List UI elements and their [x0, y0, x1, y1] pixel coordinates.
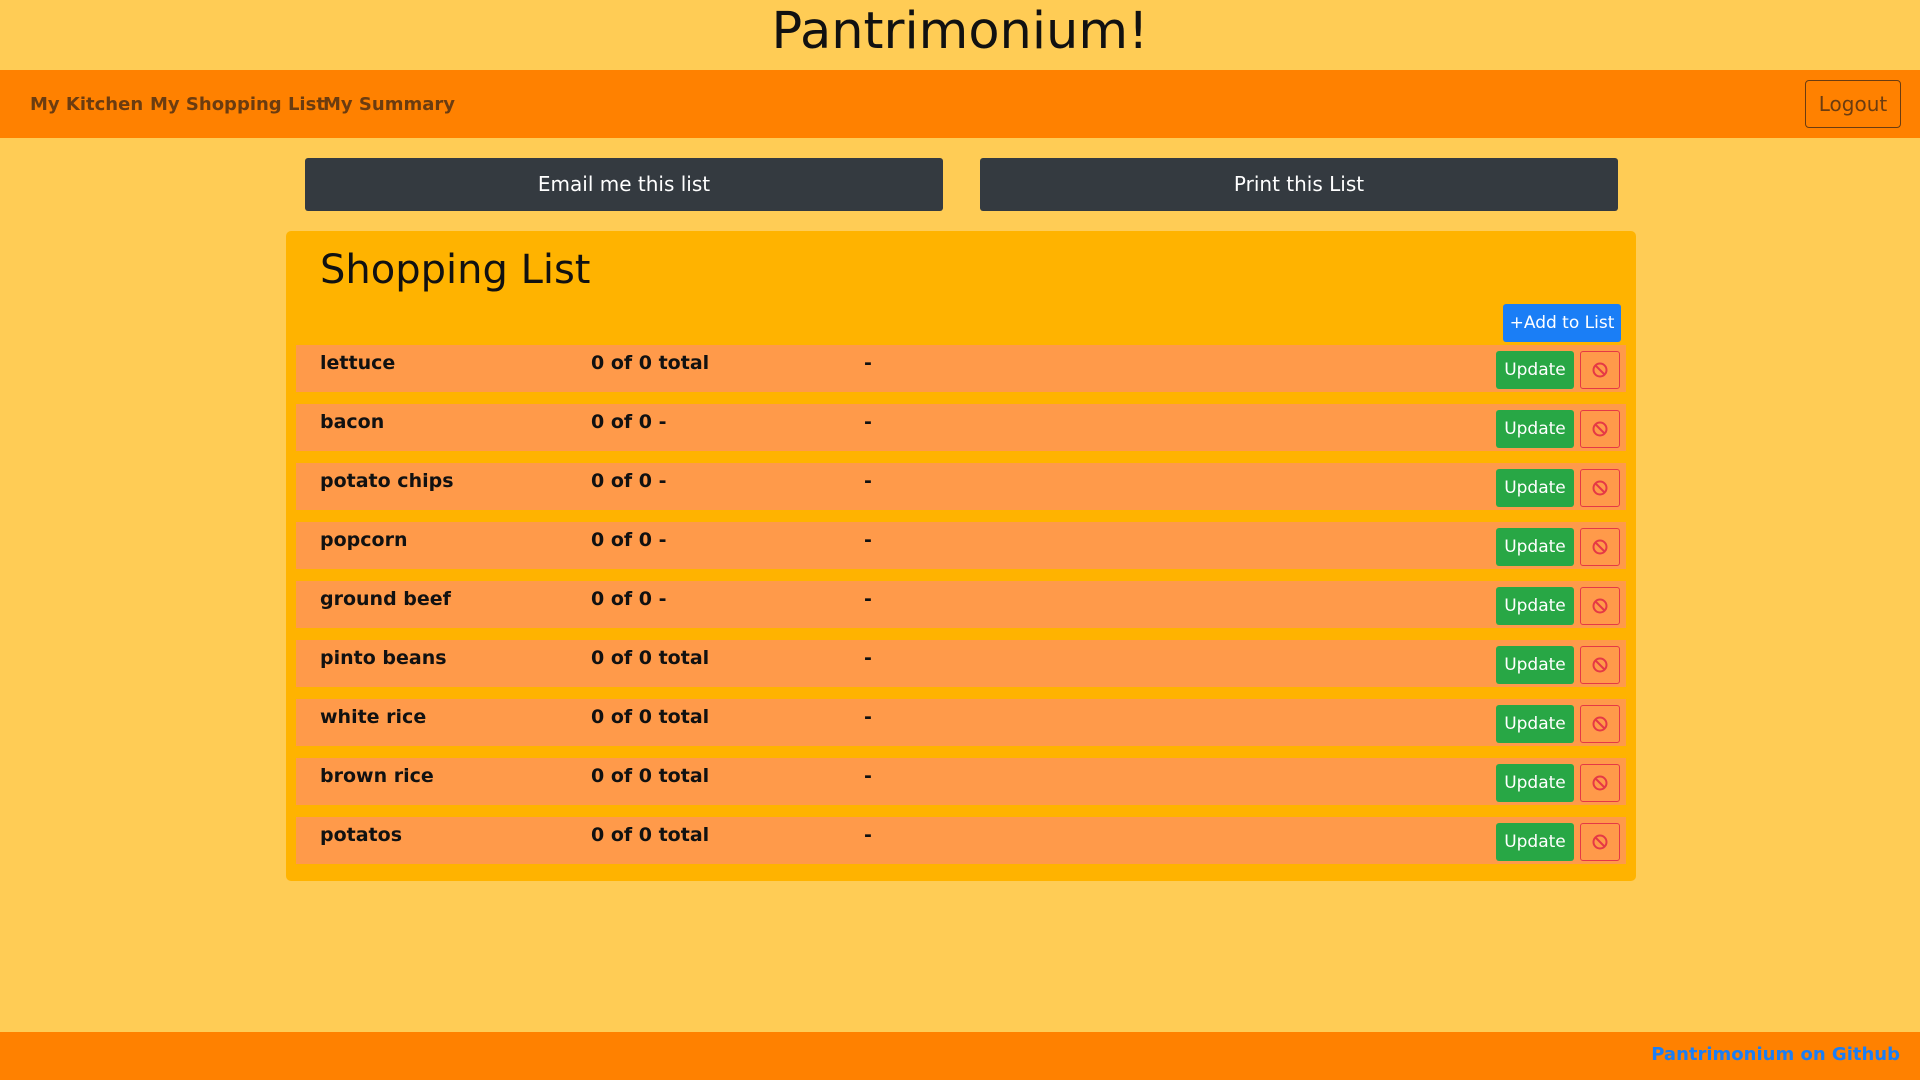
list-item: popcorn 0 of 0 - - Update	[296, 522, 1626, 569]
item-quantity: 0 of 0 -	[591, 411, 667, 433]
item-name: potato chips	[320, 470, 454, 492]
update-button[interactable]: Update	[1496, 764, 1574, 802]
item-name: lettuce	[320, 352, 396, 374]
nav-my-kitchen[interactable]: My Kitchen	[30, 94, 143, 115]
add-to-list-button[interactable]: +Add to List	[1503, 304, 1621, 342]
github-link[interactable]: Pantrimonium on Github	[1651, 1044, 1900, 1065]
item-name: ground beef	[320, 588, 451, 610]
ban-icon	[1592, 716, 1608, 732]
item-name: popcorn	[320, 529, 408, 551]
ban-icon	[1592, 775, 1608, 791]
item-extra: -	[864, 706, 872, 728]
email-list-button[interactable]: Email me this list	[305, 158, 943, 211]
app-title: Pantrimonium!	[771, 2, 1149, 61]
remove-button[interactable]	[1580, 351, 1620, 389]
footer: Pantrimonium on Github	[0, 1032, 1920, 1080]
item-name: pinto beans	[320, 647, 447, 669]
remove-button[interactable]	[1580, 764, 1620, 802]
remove-button[interactable]	[1580, 469, 1620, 507]
remove-button[interactable]	[1580, 587, 1620, 625]
list-item: potatos 0 of 0 total - Update	[296, 817, 1626, 864]
nav-my-shopping-list[interactable]: My Shopping List	[150, 94, 325, 115]
item-quantity: 0 of 0 total	[591, 647, 710, 669]
panel-title: Shopping List	[320, 247, 591, 293]
list-item: white rice 0 of 0 total - Update	[296, 699, 1626, 746]
remove-button[interactable]	[1580, 528, 1620, 566]
logout-button[interactable]: Logout	[1805, 80, 1901, 128]
item-quantity: 0 of 0 -	[591, 588, 667, 610]
item-extra: -	[864, 588, 872, 610]
navbar: My Kitchen My Shopping List My Summary	[0, 70, 1920, 138]
list-item: bacon 0 of 0 - - Update	[296, 404, 1626, 451]
update-button[interactable]: Update	[1496, 469, 1574, 507]
item-extra: -	[864, 765, 872, 787]
update-button[interactable]: Update	[1496, 528, 1574, 566]
ban-icon	[1592, 362, 1608, 378]
item-name: potatos	[320, 824, 403, 846]
update-button[interactable]: Update	[1496, 587, 1574, 625]
list-item: potato chips 0 of 0 - - Update	[296, 463, 1626, 510]
ban-icon	[1592, 539, 1608, 555]
item-quantity: 0 of 0 -	[591, 470, 667, 492]
nav-my-summary[interactable]: My Summary	[323, 94, 455, 115]
remove-button[interactable]	[1580, 823, 1620, 861]
update-button[interactable]: Update	[1496, 646, 1574, 684]
item-extra: -	[864, 352, 872, 374]
item-extra: -	[864, 824, 872, 846]
ban-icon	[1592, 421, 1608, 437]
list-item: ground beef 0 of 0 - - Update	[296, 581, 1626, 628]
ban-icon	[1592, 834, 1608, 850]
item-extra: -	[864, 529, 872, 551]
remove-button[interactable]	[1580, 705, 1620, 743]
shopping-list-panel: Shopping List +Add to List lettuce 0 of 0…	[286, 231, 1636, 881]
item-extra: -	[864, 470, 872, 492]
remove-button[interactable]	[1580, 646, 1620, 684]
list-item: brown rice 0 of 0 total - Update	[296, 758, 1626, 805]
item-name: brown rice	[320, 765, 434, 787]
item-quantity: 0 of 0 -	[591, 529, 667, 551]
print-list-button[interactable]: Print this List	[980, 158, 1618, 211]
item-extra: -	[864, 647, 872, 669]
ban-icon	[1592, 480, 1608, 496]
ban-icon	[1592, 598, 1608, 614]
item-extra: -	[864, 411, 872, 433]
item-quantity: 0 of 0 total	[591, 765, 710, 787]
update-button[interactable]: Update	[1496, 823, 1574, 861]
update-button[interactable]: Update	[1496, 410, 1574, 448]
item-quantity: 0 of 0 total	[591, 706, 710, 728]
update-button[interactable]: Update	[1496, 351, 1574, 389]
ban-icon	[1592, 657, 1608, 673]
update-button[interactable]: Update	[1496, 705, 1574, 743]
item-name: white rice	[320, 706, 427, 728]
list-item: pinto beans 0 of 0 total - Update	[296, 640, 1626, 687]
remove-button[interactable]	[1580, 410, 1620, 448]
item-quantity: 0 of 0 total	[591, 824, 710, 846]
item-name: bacon	[320, 411, 385, 433]
item-quantity: 0 of 0 total	[591, 352, 710, 374]
list-item: lettuce 0 of 0 total - Update	[296, 345, 1626, 392]
